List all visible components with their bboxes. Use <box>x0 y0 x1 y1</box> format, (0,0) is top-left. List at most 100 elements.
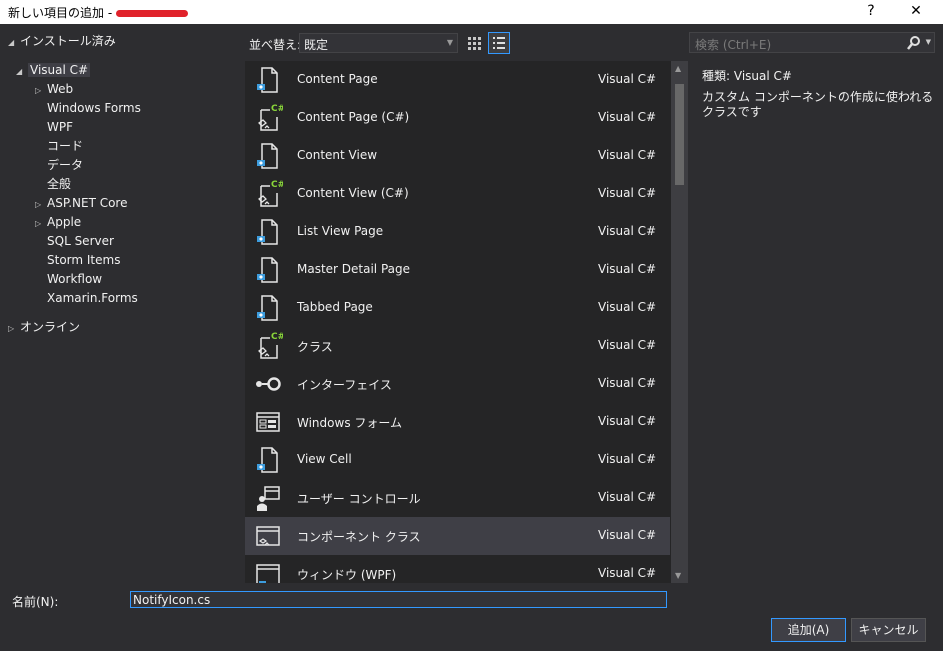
tree-item-visual-csharp[interactable]: ◢ Visual C# <box>16 61 91 80</box>
page-icon <box>253 255 283 285</box>
tree-item-child[interactable]: データ <box>35 156 83 175</box>
redacted-project-name <box>116 10 189 17</box>
template-language: Visual C# <box>598 566 657 580</box>
category-tree: ◢ インストール済み ◢ Visual C# ▷ Web Windows Forms WP… <box>0 24 244 584</box>
search-options-icon[interactable]: ▼ <box>926 38 931 46</box>
svg-text:C#: C# <box>271 332 283 342</box>
svg-text:C#: C# <box>271 104 283 114</box>
template-row[interactable]: インターフェイス Visual C# <box>245 365 670 403</box>
list-view-icon <box>493 37 505 49</box>
search-box[interactable]: 検索 (Ctrl+E) ▼ <box>689 32 935 53</box>
search-icon[interactable] <box>906 35 922 51</box>
tree-item-label: Storm Items <box>47 253 121 267</box>
tree-item-label: データ <box>47 158 84 172</box>
scroll-down-icon[interactable]: ▼ <box>675 571 681 580</box>
collapsed-arrow-icon: ▷ <box>35 200 42 209</box>
template-language: Visual C# <box>598 186 657 200</box>
template-name: Content View (C#) <box>297 186 409 200</box>
tree-item-label: Workflow <box>47 272 103 286</box>
template-language: Visual C# <box>598 72 657 86</box>
template-language: Visual C# <box>598 110 657 124</box>
template-row[interactable]: View Cell Visual C# <box>245 441 670 479</box>
template-row[interactable]: ユーザー コントロール Visual C# <box>245 479 670 517</box>
template-language: Visual C# <box>598 452 657 466</box>
template-row[interactable]: C# Content View (C#) Visual C# <box>245 175 670 213</box>
description: カスタム コンポーネントの作成に使われるクラスです <box>702 90 934 119</box>
template-row[interactable]: コンポーネント クラス Visual C# <box>245 517 670 555</box>
template-language: Visual C# <box>598 528 657 542</box>
template-name: Content View <box>297 148 378 162</box>
tree-item-child[interactable]: SQL Server <box>35 232 114 251</box>
template-language: Visual C# <box>598 414 657 428</box>
template-language: Visual C# <box>598 262 657 276</box>
template-name: Tabbed Page <box>297 300 373 314</box>
tree-item-child[interactable]: Workflow <box>35 270 102 289</box>
cs-class-icon: C# <box>253 179 285 209</box>
chevron-down-icon: ▼ <box>446 38 453 47</box>
tree-item-online[interactable]: ▷ オンライン <box>8 318 80 337</box>
tree-item-child[interactable]: コード <box>35 137 83 156</box>
template-name: ユーザー コントロール <box>297 492 421 506</box>
template-row[interactable]: Content Page Visual C# <box>245 61 670 99</box>
template-row[interactable]: C# クラス Visual C# <box>245 327 670 365</box>
help-button[interactable]: ? <box>856 0 886 24</box>
name-field[interactable] <box>130 591 667 608</box>
template-name: ウィンドウ (WPF) <box>297 568 397 582</box>
page-icon <box>253 293 283 323</box>
template-row[interactable]: List View Page Visual C# <box>245 213 670 251</box>
scroll-up-icon[interactable]: ▲ <box>675 64 681 73</box>
template-row[interactable]: Master Detail Page Visual C# <box>245 251 670 289</box>
tree-item-child[interactable]: ▷ ASP.NET Core <box>35 194 127 213</box>
sort-dropdown[interactable]: 既定 ▼ <box>299 33 458 53</box>
template-name: View Cell <box>297 452 352 466</box>
page-icon <box>253 65 283 95</box>
tree-item-child[interactable]: 全般 <box>35 175 71 194</box>
tree-item-child[interactable]: Storm Items <box>35 251 120 270</box>
form-icon <box>253 407 283 437</box>
type-label: 種類: <box>702 69 731 83</box>
cancel-button[interactable]: キャンセル <box>851 618 926 642</box>
template-row[interactable]: C# Content Page (C#) Visual C# <box>245 99 670 137</box>
scrollbar-thumb[interactable] <box>675 84 684 185</box>
expanded-arrow-icon: ◢ <box>8 38 15 47</box>
search-input[interactable]: 検索 (Ctrl+E) <box>695 36 771 53</box>
template-language: Visual C# <box>598 338 657 352</box>
template-name: Content Page <box>297 72 378 86</box>
tree-item-installed[interactable]: ◢ インストール済み <box>8 32 116 51</box>
template-row[interactable]: Content View Visual C# <box>245 137 670 175</box>
page-icon <box>253 141 283 171</box>
close-button[interactable]: ✕ <box>901 0 931 24</box>
tree-item-child[interactable]: Xamarin.Forms <box>35 289 138 308</box>
page-icon <box>253 445 283 475</box>
svg-text:C#: C# <box>271 180 283 190</box>
tree-item-child[interactable]: Windows Forms <box>35 99 141 118</box>
list-scrollbar[interactable]: ▲ ▼ <box>671 61 688 583</box>
page-icon <box>253 217 283 247</box>
tree-item-child[interactable]: ▷ Web <box>35 80 73 99</box>
cs-class-icon: C# <box>253 331 285 361</box>
collapsed-arrow-icon: ▷ <box>35 219 42 228</box>
template-row[interactable]: Windows フォーム Visual C# <box>245 403 670 441</box>
window-icon <box>253 559 283 583</box>
name-label: 名前(N): <box>12 595 59 609</box>
list-view-button[interactable] <box>488 32 510 54</box>
user-control-icon <box>253 483 283 513</box>
component-icon <box>253 521 283 551</box>
tree-item-label: ASP.NET Core <box>47 196 128 210</box>
tree-item-child[interactable]: ▷ Apple <box>35 213 81 232</box>
window-title: 新しい項目の追加 - <box>8 4 189 21</box>
sort-value: 既定 <box>304 38 329 52</box>
template-name: インターフェイス <box>297 378 392 392</box>
tree-item-child[interactable]: WPF <box>35 118 73 137</box>
template-row[interactable]: Tabbed Page Visual C# <box>245 289 670 327</box>
expanded-arrow-icon: ◢ <box>16 67 23 76</box>
add-button[interactable]: 追加(A) <box>771 618 846 642</box>
template-name: Content Page (C#) <box>297 110 410 124</box>
template-language: Visual C# <box>598 490 657 504</box>
template-name: コンポーネント クラス <box>297 530 421 544</box>
template-language: Visual C# <box>598 300 657 314</box>
template-name: List View Page <box>297 224 384 238</box>
template-language: Visual C# <box>598 148 657 162</box>
template-row[interactable]: ウィンドウ (WPF) Visual C# <box>245 555 670 583</box>
grid-view-button[interactable] <box>463 32 485 54</box>
